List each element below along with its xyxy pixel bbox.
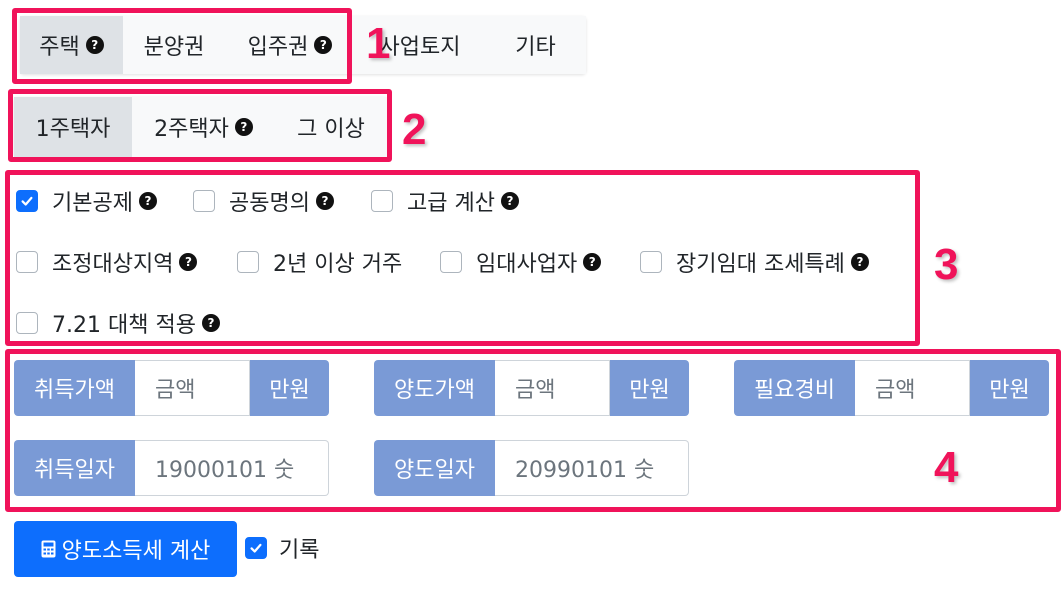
property-type-other-label: 기타 (515, 35, 556, 60)
annotation-box-3 (5, 170, 920, 346)
property-type-other[interactable]: 기타 (485, 16, 586, 74)
calculate-button-label: 양도소득세 계산 (61, 539, 211, 564)
annotation-box-4 (5, 349, 1061, 512)
annotation-number-4: 4 (934, 443, 959, 492)
annotation-number-1: 1 (366, 19, 391, 68)
checkbox-checked[interactable] (245, 537, 267, 559)
calculate-button[interactable]: 양도소득세 계산 (14, 521, 237, 577)
record-toggle[interactable]: 기록 (245, 532, 319, 564)
annotation-number-2: 2 (402, 105, 427, 154)
annotation-box-2 (8, 89, 392, 162)
calculator-icon (41, 540, 56, 558)
check-icon (250, 543, 262, 553)
annotation-number-3: 3 (934, 240, 959, 289)
property-type-business-land-label: 사업토지 (379, 35, 461, 60)
record-label: 기록 (279, 538, 320, 563)
annotation-box-1 (12, 8, 352, 84)
